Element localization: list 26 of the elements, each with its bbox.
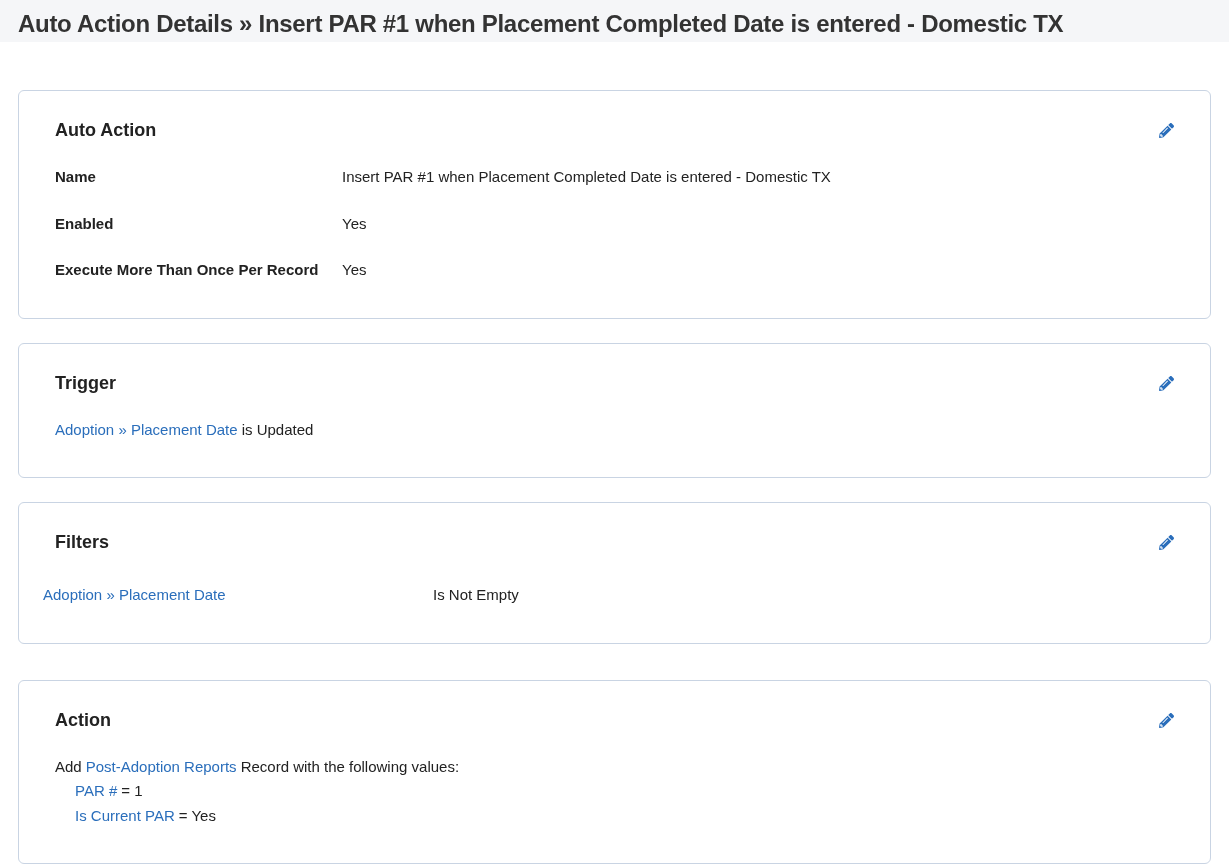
edit-icon[interactable] <box>1159 535 1174 550</box>
card-title: Trigger <box>55 371 116 395</box>
field-value: = 1 <box>121 781 143 801</box>
card-title: Filters <box>55 531 110 554</box>
card-title: Auto Action <box>55 119 157 142</box>
action-text: Record with the following values: <box>240 756 460 777</box>
filter-field-link[interactable]: Adoption » Placement Date <box>43 584 433 607</box>
field-link[interactable]: Is Current PAR <box>75 804 175 827</box>
edit-icon[interactable] <box>1159 123 1174 138</box>
trigger-link[interactable]: Adoption » Placement Date <box>55 418 238 441</box>
field-label: Execute More Than Once Per Record <box>55 260 320 280</box>
edit-icon[interactable] <box>1159 375 1174 391</box>
trigger-text: is Updated <box>241 419 314 440</box>
card-title: Action <box>55 708 111 732</box>
field-value: = Yes <box>178 805 216 826</box>
filter-condition: Is Not Empty <box>433 585 519 605</box>
action-text: Add <box>55 756 82 777</box>
field-value: Insert PAR #1 when Placement Completed Date is entered - Domestic TX <box>342 167 831 187</box>
field-link[interactable]: PAR # <box>75 780 118 803</box>
field-label: Name <box>55 167 97 187</box>
field-value: Yes <box>342 213 367 234</box>
page-title: Auto Action Details » Insert PAR #1 when Placement Completed Date is entered - Domestic TX <box>18 9 1065 39</box>
field-value: Yes <box>342 260 367 280</box>
field-label: Enabled <box>55 213 115 234</box>
edit-icon[interactable] <box>1159 712 1174 728</box>
record-type-link[interactable]: Post-Adoption Reports <box>85 755 237 778</box>
